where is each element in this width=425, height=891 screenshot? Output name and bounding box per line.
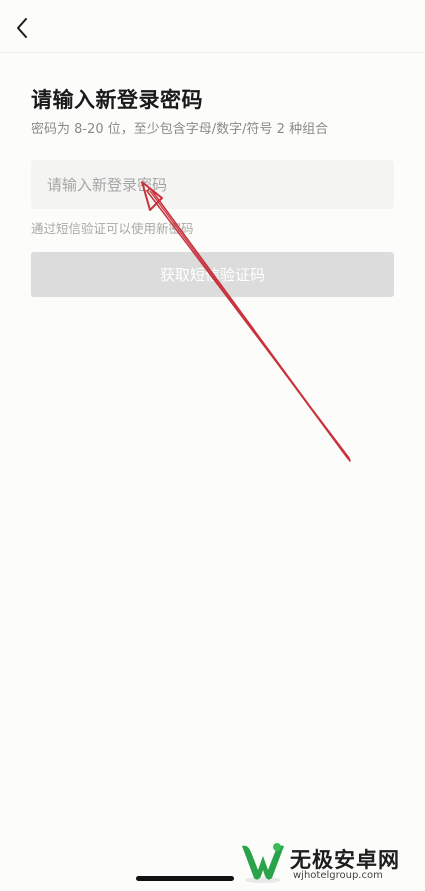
page-title: 请输入新登录密码	[31, 88, 203, 112]
new-password-input[interactable]	[31, 160, 394, 209]
password-rule-text: 密码为 8-20 位，至少包含字母/数字/符号 2 种组合	[31, 122, 329, 137]
navigation-bar	[0, 0, 425, 53]
watermark-url: wjhotelgroup.com	[293, 870, 383, 881]
site-logo-icon	[242, 843, 284, 883]
back-button[interactable]	[8, 12, 36, 44]
chevron-left-icon	[17, 18, 27, 38]
site-watermark: 无极安卓网 wjhotelgroup.com	[238, 838, 418, 886]
get-sms-code-button[interactable]: 获取短信验证码	[31, 252, 394, 297]
home-indicator[interactable]	[136, 876, 234, 881]
sms-hint-text: 通过短信验证可以使用新密码	[31, 221, 194, 236]
